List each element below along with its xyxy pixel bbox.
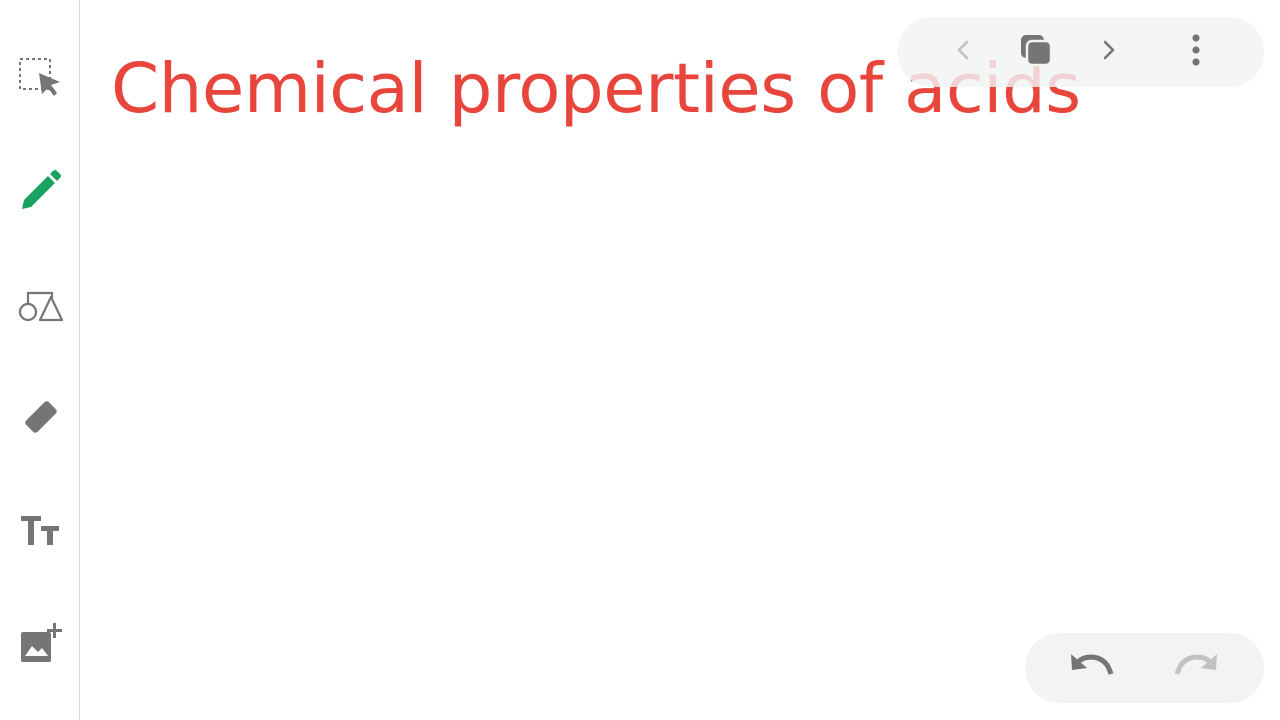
frames-icon xyxy=(1017,31,1055,74)
frame-navigation-bar xyxy=(897,17,1264,87)
whiteboard-canvas[interactable]: Chemical properties of acids xyxy=(80,0,1280,720)
more-vert-icon xyxy=(1183,32,1209,73)
shapes-icon xyxy=(16,280,64,326)
jamboard-app: Chemical properties of acids xyxy=(0,0,1280,720)
text-tool-button[interactable] xyxy=(12,502,68,558)
left-toolbar xyxy=(0,0,80,720)
next-frame-button[interactable] xyxy=(1084,28,1132,76)
add-image-tool-button[interactable] xyxy=(12,615,68,671)
previous-frame-button[interactable] xyxy=(940,28,988,76)
marquee-select-icon xyxy=(17,55,63,101)
more-options-button[interactable] xyxy=(1172,28,1220,76)
eraser-icon xyxy=(17,395,63,441)
pencil-icon xyxy=(17,168,63,214)
frames-button[interactable] xyxy=(1012,28,1060,76)
undo-icon xyxy=(1069,649,1115,688)
undo-redo-bar xyxy=(1025,633,1264,703)
redo-icon xyxy=(1173,649,1219,688)
pen-tool-button[interactable] xyxy=(12,163,68,219)
chevron-right-icon xyxy=(1095,37,1121,68)
add-image-icon xyxy=(17,620,63,666)
eraser-tool-button[interactable] xyxy=(12,390,68,446)
text-size-icon xyxy=(17,507,63,553)
select-tool-button[interactable] xyxy=(12,50,68,106)
shapes-tool-button[interactable] xyxy=(12,275,68,331)
undo-button[interactable] xyxy=(1068,644,1116,692)
redo-button[interactable] xyxy=(1172,644,1220,692)
chevron-left-icon xyxy=(951,37,977,68)
